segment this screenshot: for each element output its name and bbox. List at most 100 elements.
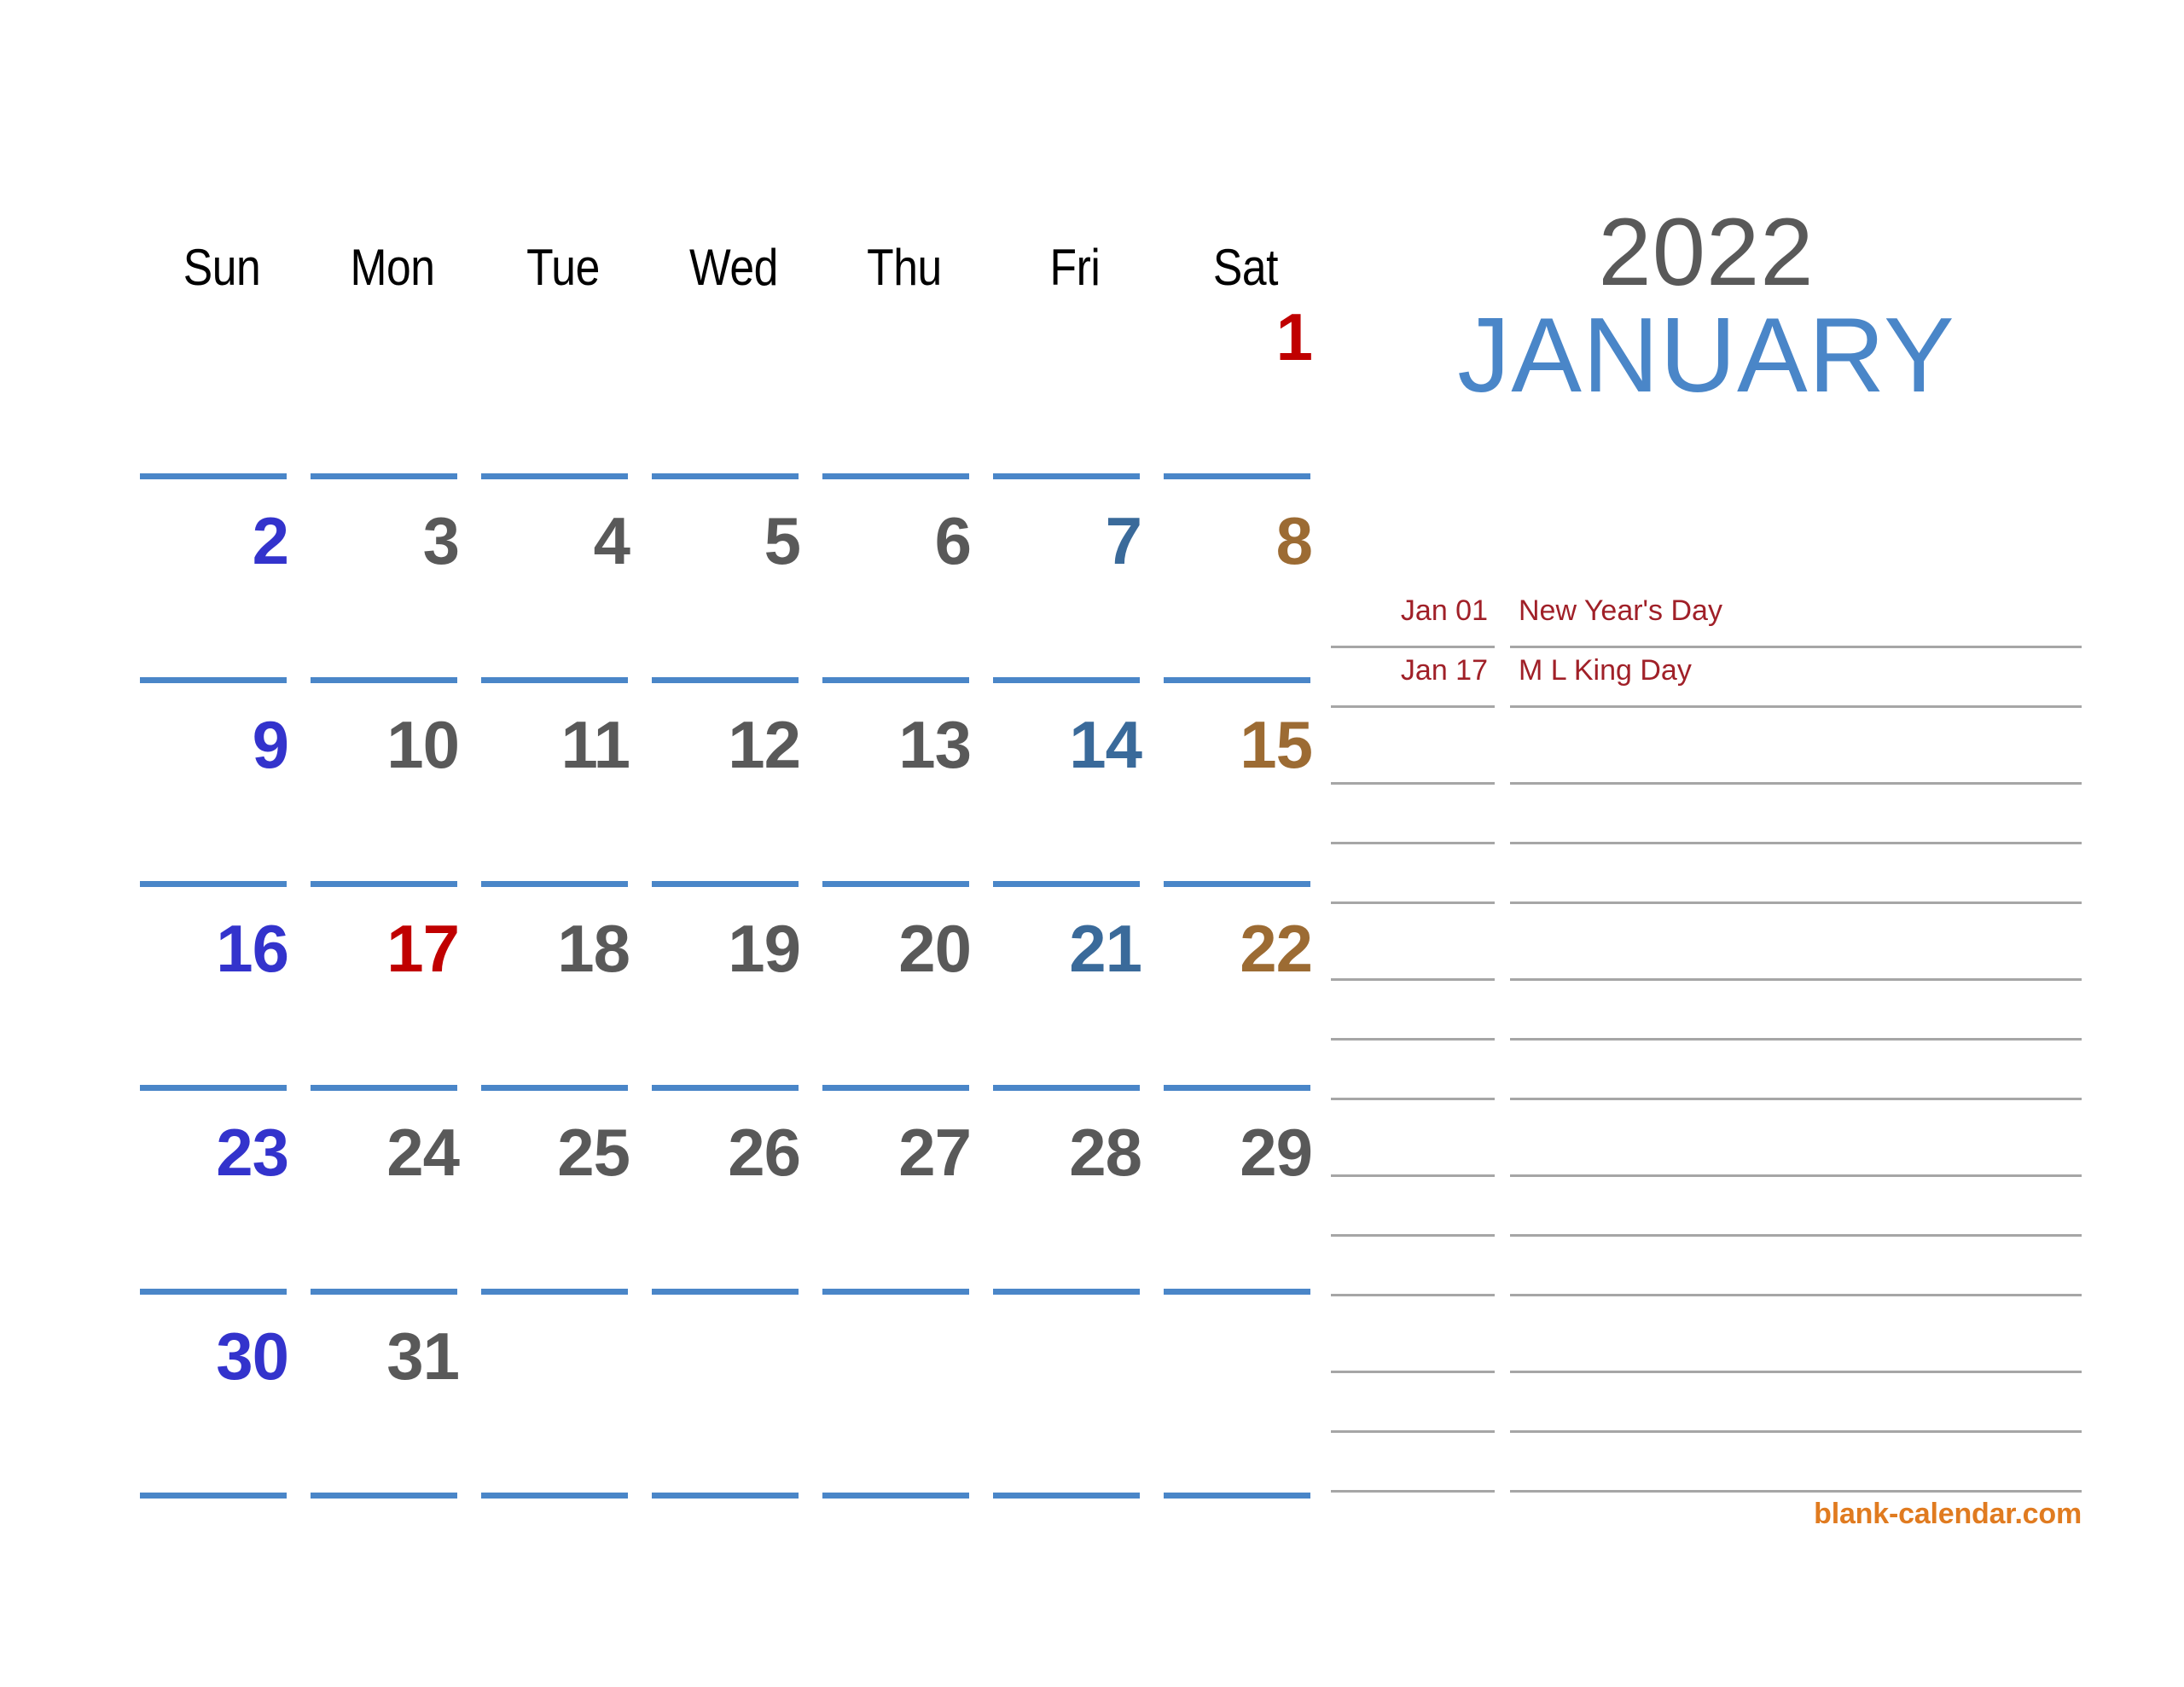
note-date-cell[interactable] xyxy=(1331,904,1495,981)
day-cell-23[interactable]: 23 xyxy=(136,1114,307,1318)
day-number: 30 xyxy=(216,1319,289,1394)
day-underline xyxy=(311,881,457,887)
day-cell-25[interactable]: 25 xyxy=(478,1114,648,1318)
day-underline xyxy=(822,881,969,887)
day-underline xyxy=(1164,881,1310,887)
note-date-cell[interactable] xyxy=(1331,1041,1495,1100)
day-cell-30[interactable]: 30 xyxy=(136,1318,307,1522)
day-number: 28 xyxy=(1069,1115,1142,1190)
day-number: 18 xyxy=(557,911,630,986)
day-cell-8[interactable]: 8 xyxy=(1160,502,1331,706)
note-row[interactable] xyxy=(1331,1237,2082,1296)
note-text-cell[interactable] xyxy=(1510,1373,2082,1433)
day-cell-24[interactable]: 24 xyxy=(307,1114,478,1318)
day-cell-20[interactable]: 20 xyxy=(819,910,990,1114)
day-cell-28[interactable]: 28 xyxy=(990,1114,1160,1318)
month-label: JANUARY xyxy=(1457,297,1955,415)
note-text-cell[interactable]: New Year's Day xyxy=(1510,588,2082,648)
day-cell-22[interactable]: 22 xyxy=(1160,910,1331,1114)
note-text-cell[interactable] xyxy=(1510,1433,2082,1493)
day-cell-21[interactable]: 21 xyxy=(990,910,1160,1114)
day-cell-31[interactable]: 31 xyxy=(307,1318,478,1522)
note-date-cell[interactable] xyxy=(1331,1100,1495,1177)
day-cell-empty xyxy=(648,299,819,502)
day-cell-4[interactable]: 4 xyxy=(478,502,648,706)
day-cell-empty xyxy=(990,1318,1160,1522)
note-date-cell[interactable] xyxy=(1331,1177,1495,1237)
day-cell-9[interactable]: 9 xyxy=(136,706,307,910)
day-number: 25 xyxy=(557,1115,630,1190)
note-row[interactable] xyxy=(1331,1177,2082,1237)
day-number: 2 xyxy=(252,503,289,578)
note-row[interactable] xyxy=(1331,1041,2082,1100)
day-cell-15[interactable]: 15 xyxy=(1160,706,1331,910)
day-number: 11 xyxy=(561,707,630,782)
note-text-cell[interactable] xyxy=(1510,1100,2082,1177)
year-label: 2022 xyxy=(1598,199,1815,305)
calendar-title-block: 2022 JANUARY xyxy=(1331,199,2082,415)
calendar-week-row: 1 xyxy=(136,299,1331,502)
day-cell-14[interactable]: 14 xyxy=(990,706,1160,910)
note-date-cell[interactable]: Jan 01 xyxy=(1331,588,1495,648)
day-number: 9 xyxy=(252,707,289,782)
note-text-cell[interactable] xyxy=(1510,785,2082,844)
day-cell-5[interactable]: 5 xyxy=(648,502,819,706)
note-text-cell[interactable] xyxy=(1510,708,2082,785)
day-cell-1[interactable]: 1 xyxy=(1160,299,1331,502)
day-cell-18[interactable]: 18 xyxy=(478,910,648,1114)
note-row[interactable] xyxy=(1331,1296,2082,1373)
day-cell-empty xyxy=(1160,1318,1331,1522)
note-date-cell[interactable] xyxy=(1331,1433,1495,1493)
note-row[interactable] xyxy=(1331,904,2082,981)
calendar-week-rows: 1 2 3 4 5 6 7 8 9 10 11 12 13 14 15 16 17 18 19 20 21 22 23 24 2… xyxy=(136,299,1331,1522)
holiday-row[interactable]: Jan 01 New Year's Day xyxy=(1331,588,2082,648)
day-cell-13[interactable]: 13 xyxy=(819,706,990,910)
day-cell-3[interactable]: 3 xyxy=(307,502,478,706)
day-number: 7 xyxy=(1105,503,1142,578)
note-text-cell[interactable] xyxy=(1510,1177,2082,1237)
note-text-cell[interactable] xyxy=(1510,904,2082,981)
day-underline xyxy=(311,1493,457,1499)
day-cell-16[interactable]: 16 xyxy=(136,910,307,1114)
note-date-cell[interactable] xyxy=(1331,981,1495,1041)
day-cell-12[interactable]: 12 xyxy=(648,706,819,910)
day-cell-7[interactable]: 7 xyxy=(990,502,1160,706)
note-row[interactable] xyxy=(1331,844,2082,904)
note-row[interactable] xyxy=(1331,1100,2082,1177)
day-cell-6[interactable]: 6 xyxy=(819,502,990,706)
note-text-cell[interactable] xyxy=(1510,1041,2082,1100)
note-date-cell[interactable] xyxy=(1331,1373,1495,1433)
note-row[interactable] xyxy=(1331,981,2082,1041)
day-cell-2[interactable]: 2 xyxy=(136,502,307,706)
day-cell-10[interactable]: 10 xyxy=(307,706,478,910)
note-date-cell[interactable] xyxy=(1331,708,1495,785)
day-cell-29[interactable]: 29 xyxy=(1160,1114,1331,1318)
note-text-cell[interactable] xyxy=(1510,844,2082,904)
weekday-header-row: Sun Mon Tue Wed Thu Fri Sat xyxy=(136,205,1331,299)
note-date-cell[interactable]: Jan 17 xyxy=(1331,648,1495,708)
note-date-cell[interactable] xyxy=(1331,1237,1495,1296)
holiday-row[interactable]: Jan 17 M L King Day xyxy=(1331,648,2082,708)
day-underline xyxy=(652,1085,799,1091)
calendar-page: Sun Mon Tue Wed Thu Fri Sat 1 2 3 4 5 6 7 8 9 10 11 12 13 1… xyxy=(0,0,2184,1687)
note-date-cell[interactable] xyxy=(1331,844,1495,904)
day-cell-17[interactable]: 17 xyxy=(307,910,478,1114)
day-cell-27[interactable]: 27 xyxy=(819,1114,990,1318)
day-underline xyxy=(1164,473,1310,479)
note-row[interactable] xyxy=(1331,1433,2082,1493)
day-cell-empty xyxy=(478,1318,648,1522)
note-row[interactable] xyxy=(1331,785,2082,844)
note-date-cell[interactable] xyxy=(1331,1296,1495,1373)
day-number: 10 xyxy=(386,707,460,782)
note-text-cell[interactable] xyxy=(1510,1237,2082,1296)
day-cell-26[interactable]: 26 xyxy=(648,1114,819,1318)
note-text-cell[interactable] xyxy=(1510,981,2082,1041)
note-text-cell[interactable]: M L King Day xyxy=(1510,648,2082,708)
day-number: 13 xyxy=(898,707,972,782)
note-date-cell[interactable] xyxy=(1331,785,1495,844)
note-row[interactable] xyxy=(1331,1373,2082,1433)
day-cell-11[interactable]: 11 xyxy=(478,706,648,910)
note-text-cell[interactable] xyxy=(1510,1296,2082,1373)
day-cell-19[interactable]: 19 xyxy=(648,910,819,1114)
note-row[interactable] xyxy=(1331,708,2082,785)
